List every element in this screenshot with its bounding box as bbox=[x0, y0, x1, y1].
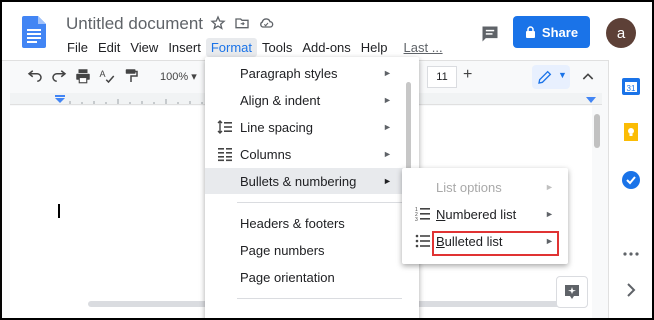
numbered-list-icon: 123 bbox=[415, 207, 430, 222]
explore-button[interactable] bbox=[556, 276, 588, 308]
left-indent-marker-icon[interactable] bbox=[55, 95, 65, 103]
avatar[interactable]: a bbox=[606, 18, 636, 48]
lock-icon bbox=[525, 26, 535, 38]
redo-icon[interactable] bbox=[50, 67, 68, 85]
menu-item-label: Columns bbox=[240, 146, 292, 162]
menu-edit[interactable]: Edit bbox=[93, 38, 125, 57]
chevron-right-icon[interactable] bbox=[621, 280, 641, 300]
menu-divider bbox=[237, 202, 402, 203]
font-size-input[interactable]: 11 bbox=[427, 66, 457, 88]
menubar: File Edit View Insert Format Tools Add-o… bbox=[62, 38, 448, 57]
zoom-select[interactable]: 100% ▾ bbox=[160, 70, 197, 83]
app-window: Untitled document File Edit View Insert … bbox=[2, 2, 652, 318]
submenu-item-label: Numbered list bbox=[436, 206, 517, 222]
keep-icon[interactable] bbox=[621, 122, 641, 142]
menu-item-label: Page numbers bbox=[240, 242, 325, 258]
submenu-item-label: List options bbox=[436, 179, 502, 195]
menu-format[interactable]: Format bbox=[205, 38, 257, 57]
undo-icon[interactable] bbox=[26, 67, 44, 85]
star-icon[interactable] bbox=[210, 15, 226, 31]
line-spacing-icon bbox=[217, 120, 232, 134]
more-horizontal-icon[interactable] bbox=[621, 244, 641, 264]
svg-text:A: A bbox=[100, 69, 106, 79]
submenu-arrow-icon: ► bbox=[383, 68, 392, 78]
format-menu: Paragraph styles ► Align & indent ► Line… bbox=[205, 57, 419, 318]
side-panel: 31 bbox=[608, 60, 652, 318]
svg-text:31: 31 bbox=[627, 84, 636, 93]
right-indent-marker-icon[interactable] bbox=[586, 95, 596, 103]
submenu-item-list-options: List options ► bbox=[402, 174, 568, 200]
tasks-icon[interactable] bbox=[621, 170, 641, 190]
submenu-arrow-icon: ► bbox=[383, 176, 392, 186]
menu-item-paragraph-styles[interactable]: Paragraph styles ► bbox=[205, 60, 419, 86]
menu-item-line-spacing[interactable]: Line spacing ► bbox=[205, 114, 419, 140]
move-folder-icon[interactable] bbox=[234, 15, 250, 31]
menu-item-bullets-numbering[interactable]: Bullets & numbering ► bbox=[205, 168, 419, 194]
document-title[interactable]: Untitled document bbox=[66, 14, 203, 34]
comment-history-icon[interactable] bbox=[480, 24, 500, 44]
menu-item-label: Headers & footers bbox=[240, 215, 345, 231]
docs-logo-icon[interactable] bbox=[22, 16, 46, 48]
title-icons bbox=[210, 15, 274, 31]
header: Untitled document File Edit View Insert … bbox=[2, 2, 652, 60]
menu-item-label: Page orientation bbox=[240, 269, 335, 285]
calendar-icon[interactable]: 31 bbox=[621, 76, 641, 96]
menu-tools[interactable]: Tools bbox=[257, 38, 297, 57]
paint-format-icon[interactable] bbox=[122, 67, 140, 85]
pencil-icon bbox=[538, 70, 552, 84]
bulleted-list-icon bbox=[415, 234, 430, 248]
submenu-arrow-icon: ► bbox=[383, 122, 392, 132]
increase-font-button[interactable]: + bbox=[463, 66, 472, 84]
menu-item-label: Paragraph styles bbox=[240, 65, 338, 81]
menu-insert[interactable]: Insert bbox=[163, 38, 206, 57]
menu-addons[interactable]: Add-ons bbox=[297, 38, 355, 57]
menu-divider bbox=[237, 298, 402, 299]
share-label: Share bbox=[541, 24, 579, 40]
menu-item-label: Align & indent bbox=[240, 92, 321, 108]
menu-item-headers-footers[interactable]: Headers & footers bbox=[205, 210, 419, 236]
menu-item-page-orientation[interactable]: Page orientation bbox=[205, 264, 419, 290]
vertical-scrollbar[interactable] bbox=[592, 106, 602, 318]
menu-item-label: Line spacing bbox=[240, 119, 313, 135]
menu-view[interactable]: View bbox=[125, 38, 163, 57]
menu-item-columns[interactable]: Columns ► bbox=[205, 141, 419, 167]
text-cursor bbox=[58, 204, 60, 218]
vertical-scrollbar-thumb[interactable] bbox=[594, 114, 600, 148]
last-edit-link[interactable]: Last ... bbox=[399, 38, 448, 57]
zoom-value: 100% bbox=[160, 71, 189, 83]
columns-icon bbox=[218, 148, 232, 162]
menu-help[interactable]: Help bbox=[356, 38, 393, 57]
menu-file[interactable]: File bbox=[62, 38, 93, 57]
chevron-up-icon[interactable] bbox=[580, 69, 596, 85]
editing-mode-button[interactable]: ▼ bbox=[532, 65, 570, 89]
submenu-arrow-icon: ► bbox=[383, 95, 392, 105]
menu-item-align-indent[interactable]: Align & indent ► bbox=[205, 87, 419, 113]
cloud-status-icon[interactable] bbox=[258, 15, 274, 31]
print-icon[interactable] bbox=[74, 67, 92, 85]
explore-icon bbox=[565, 285, 579, 299]
submenu-arrow-icon: ► bbox=[383, 149, 392, 159]
menu-item-page-numbers[interactable]: Page numbers bbox=[205, 237, 419, 263]
share-button[interactable]: Share bbox=[513, 16, 590, 48]
submenu-item-numbered-list[interactable]: 123 Numbered list ► bbox=[402, 201, 568, 227]
svg-text:3: 3 bbox=[415, 217, 418, 222]
chevron-down-icon: ▼ bbox=[558, 70, 567, 80]
submenu-arrow-icon: ► bbox=[545, 182, 554, 192]
spellcheck-icon[interactable]: A bbox=[98, 67, 116, 85]
menu-item-label: Bullets & numbering bbox=[240, 173, 357, 189]
bulleted-list-highlight bbox=[432, 231, 559, 256]
submenu-arrow-icon: ► bbox=[545, 209, 554, 219]
